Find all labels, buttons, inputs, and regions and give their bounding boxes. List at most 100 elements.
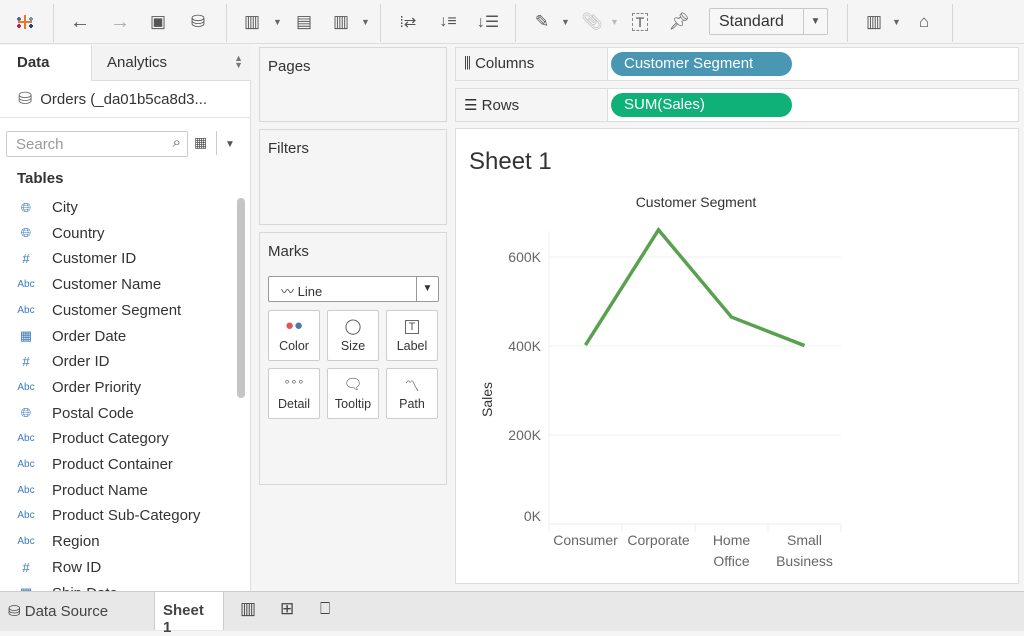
field-item[interactable]: AbcProduct Sub-Category bbox=[0, 503, 232, 528]
datasource-name: Orders (_da01b5ca8d3... bbox=[40, 91, 207, 108]
text-label-icon[interactable]: T bbox=[626, 8, 654, 36]
back-icon[interactable]: ← bbox=[66, 8, 94, 36]
forward-icon[interactable]: → bbox=[106, 8, 134, 36]
sort-descending-icon[interactable]: ↓☰ bbox=[474, 8, 502, 36]
chevron-down-icon[interactable]: ▼ bbox=[561, 17, 570, 27]
field-item[interactable]: AbcProduct Name bbox=[0, 478, 232, 503]
sheet-tabs-bar: ⛁ Data Source Sheet 1 ▥ ⊞ ⎕ bbox=[0, 591, 1024, 631]
show-me-icon[interactable]: ▥ bbox=[860, 8, 888, 36]
detail-button[interactable]: ∘∘∘Detail bbox=[268, 368, 320, 419]
updown-icon: ▲▼ bbox=[234, 55, 243, 69]
datasource-item[interactable]: ⛁ Orders (_da01b5ca8d3... bbox=[18, 89, 207, 109]
swap-icon[interactable]: ⁞⇄ bbox=[394, 8, 422, 36]
path-label: Path bbox=[399, 397, 425, 411]
field-list: 🌐︎City🌐︎Country#Customer IDAbcCustomer N… bbox=[0, 194, 232, 591]
color-label: Color bbox=[279, 339, 309, 353]
field-item[interactable]: AbcCustomer Segment bbox=[0, 298, 232, 323]
field-item[interactable]: #Customer ID bbox=[0, 246, 232, 271]
x-tick-label: Consumer bbox=[553, 532, 618, 548]
duplicate-sheet-icon[interactable]: ▤ bbox=[290, 8, 318, 36]
attach-icon[interactable]: 📎︎ bbox=[578, 8, 606, 36]
clear-sheet-icon[interactable]: ▥ bbox=[327, 8, 355, 36]
label-button[interactable]: TLabel bbox=[386, 310, 438, 361]
x-tick-label: Office bbox=[713, 553, 750, 569]
number-icon: # bbox=[0, 354, 52, 369]
label-icon: T bbox=[387, 317, 437, 339]
chevron-down-icon[interactable]: ▼ bbox=[273, 17, 282, 27]
x-tick-label: Business bbox=[776, 553, 833, 569]
string-icon: Abc bbox=[0, 485, 52, 496]
field-item[interactable]: 🌐︎Country bbox=[0, 221, 232, 246]
rows-label: ☰ Rows bbox=[456, 89, 608, 121]
field-item[interactable]: 🌐︎Postal Code bbox=[0, 401, 232, 426]
color-icon: ●● bbox=[269, 317, 319, 339]
y-tick-label: 600K bbox=[508, 249, 541, 265]
presentation-icon[interactable]: ⌂ bbox=[910, 8, 938, 36]
field-name: Customer Segment bbox=[52, 302, 181, 319]
chevron-down-icon[interactable]: ▼ bbox=[892, 17, 901, 27]
globe-icon: 🌐︎ bbox=[0, 225, 52, 241]
search-icon: ⌕ bbox=[173, 134, 181, 151]
field-item[interactable]: ▦Ship Date bbox=[0, 581, 232, 592]
sheet-tab[interactable]: Sheet 1 bbox=[154, 592, 224, 630]
scrollbar-thumb[interactable] bbox=[237, 198, 245, 398]
highlight-icon[interactable]: ✎ bbox=[528, 8, 556, 36]
pin-icon[interactable]: 📌︎ bbox=[665, 8, 693, 36]
list-view-icon[interactable]: ▦ bbox=[194, 134, 207, 151]
chevron-down-icon[interactable]: ▼ bbox=[361, 17, 370, 27]
pages-title: Pages bbox=[268, 58, 311, 75]
sales-line bbox=[586, 230, 805, 346]
string-icon: Abc bbox=[0, 433, 52, 444]
search-placeholder: Search bbox=[16, 136, 64, 153]
field-name: City bbox=[52, 199, 78, 216]
rows-pill[interactable]: SUM(Sales) bbox=[611, 93, 792, 117]
field-item[interactable]: AbcProduct Category bbox=[0, 426, 232, 451]
field-name: Order ID bbox=[52, 353, 110, 370]
field-item[interactable]: AbcCustomer Name bbox=[0, 272, 232, 297]
field-item[interactable]: #Row ID bbox=[0, 555, 232, 580]
search-input[interactable]: Search ⌕ bbox=[6, 131, 188, 157]
mark-type-select[interactable]: 〰 Line▼ bbox=[268, 276, 439, 302]
tab-data[interactable]: Data bbox=[0, 45, 91, 81]
field-item[interactable]: ▦Order Date bbox=[0, 324, 232, 349]
globe-icon: 🌐︎ bbox=[0, 405, 52, 421]
filters-card: Filters bbox=[259, 129, 447, 225]
chevron-down-icon[interactable]: ▼ bbox=[610, 17, 619, 27]
tooltip-button[interactable]: 🗨︎Tooltip bbox=[327, 368, 379, 419]
field-name: Country bbox=[52, 225, 105, 242]
columns-shelf[interactable]: ⫼ Columns Customer Segment bbox=[455, 47, 1019, 81]
field-name: Region bbox=[52, 533, 100, 550]
path-button[interactable]: 〽Path bbox=[386, 368, 438, 419]
new-story-icon[interactable]: ⎕ bbox=[312, 592, 338, 630]
new-worksheet-icon[interactable]: ▥ bbox=[238, 8, 266, 36]
datasource-icon: ⛁ bbox=[18, 89, 32, 109]
field-item[interactable]: 🌐︎City bbox=[0, 195, 232, 220]
new-worksheet-icon[interactable]: ▥ bbox=[232, 592, 264, 630]
size-button[interactable]: ◯Size bbox=[327, 310, 379, 361]
fit-select[interactable]: Standard▼ bbox=[709, 8, 828, 35]
field-item[interactable]: AbcProduct Container bbox=[0, 452, 232, 477]
save-icon[interactable]: ▣ bbox=[144, 8, 172, 36]
data-source-tab[interactable]: ⛁ Data Source bbox=[0, 592, 153, 630]
chevron-down-icon: ▼ bbox=[416, 277, 438, 301]
mark-type-value: Line bbox=[298, 284, 323, 299]
filters-title: Filters bbox=[268, 140, 309, 157]
tab-analytics[interactable]: Analytics▲▼ bbox=[91, 45, 251, 81]
new-datasource-icon[interactable]: ⛁ bbox=[184, 8, 212, 36]
chevron-down-icon[interactable]: ▼ bbox=[225, 139, 235, 150]
field-item[interactable]: AbcRegion bbox=[0, 529, 232, 554]
data-pane: Data Analytics▲▼ ⛁ Orders (_da01b5ca8d3..… bbox=[0, 45, 251, 591]
field-item[interactable]: AbcOrder Priority bbox=[0, 375, 232, 400]
tableau-logo-icon[interactable] bbox=[11, 8, 39, 36]
new-dashboard-icon[interactable]: ⊞ bbox=[272, 592, 302, 630]
field-item[interactable]: #Order ID bbox=[0, 349, 232, 374]
field-name: Order Date bbox=[52, 328, 126, 345]
color-button[interactable]: ●●Color bbox=[268, 310, 320, 361]
line-chart: Customer Segment0K200K400K600KSalesConsu… bbox=[456, 129, 1018, 583]
y-tick-label: 400K bbox=[508, 338, 541, 354]
rows-shelf[interactable]: ☰ Rows SUM(Sales) bbox=[455, 88, 1019, 122]
sort-ascending-icon[interactable]: ↓≡ bbox=[434, 8, 462, 36]
string-icon: Abc bbox=[0, 279, 52, 290]
columns-pill[interactable]: Customer Segment bbox=[611, 52, 792, 76]
rows-icon: ☰ bbox=[464, 97, 477, 114]
